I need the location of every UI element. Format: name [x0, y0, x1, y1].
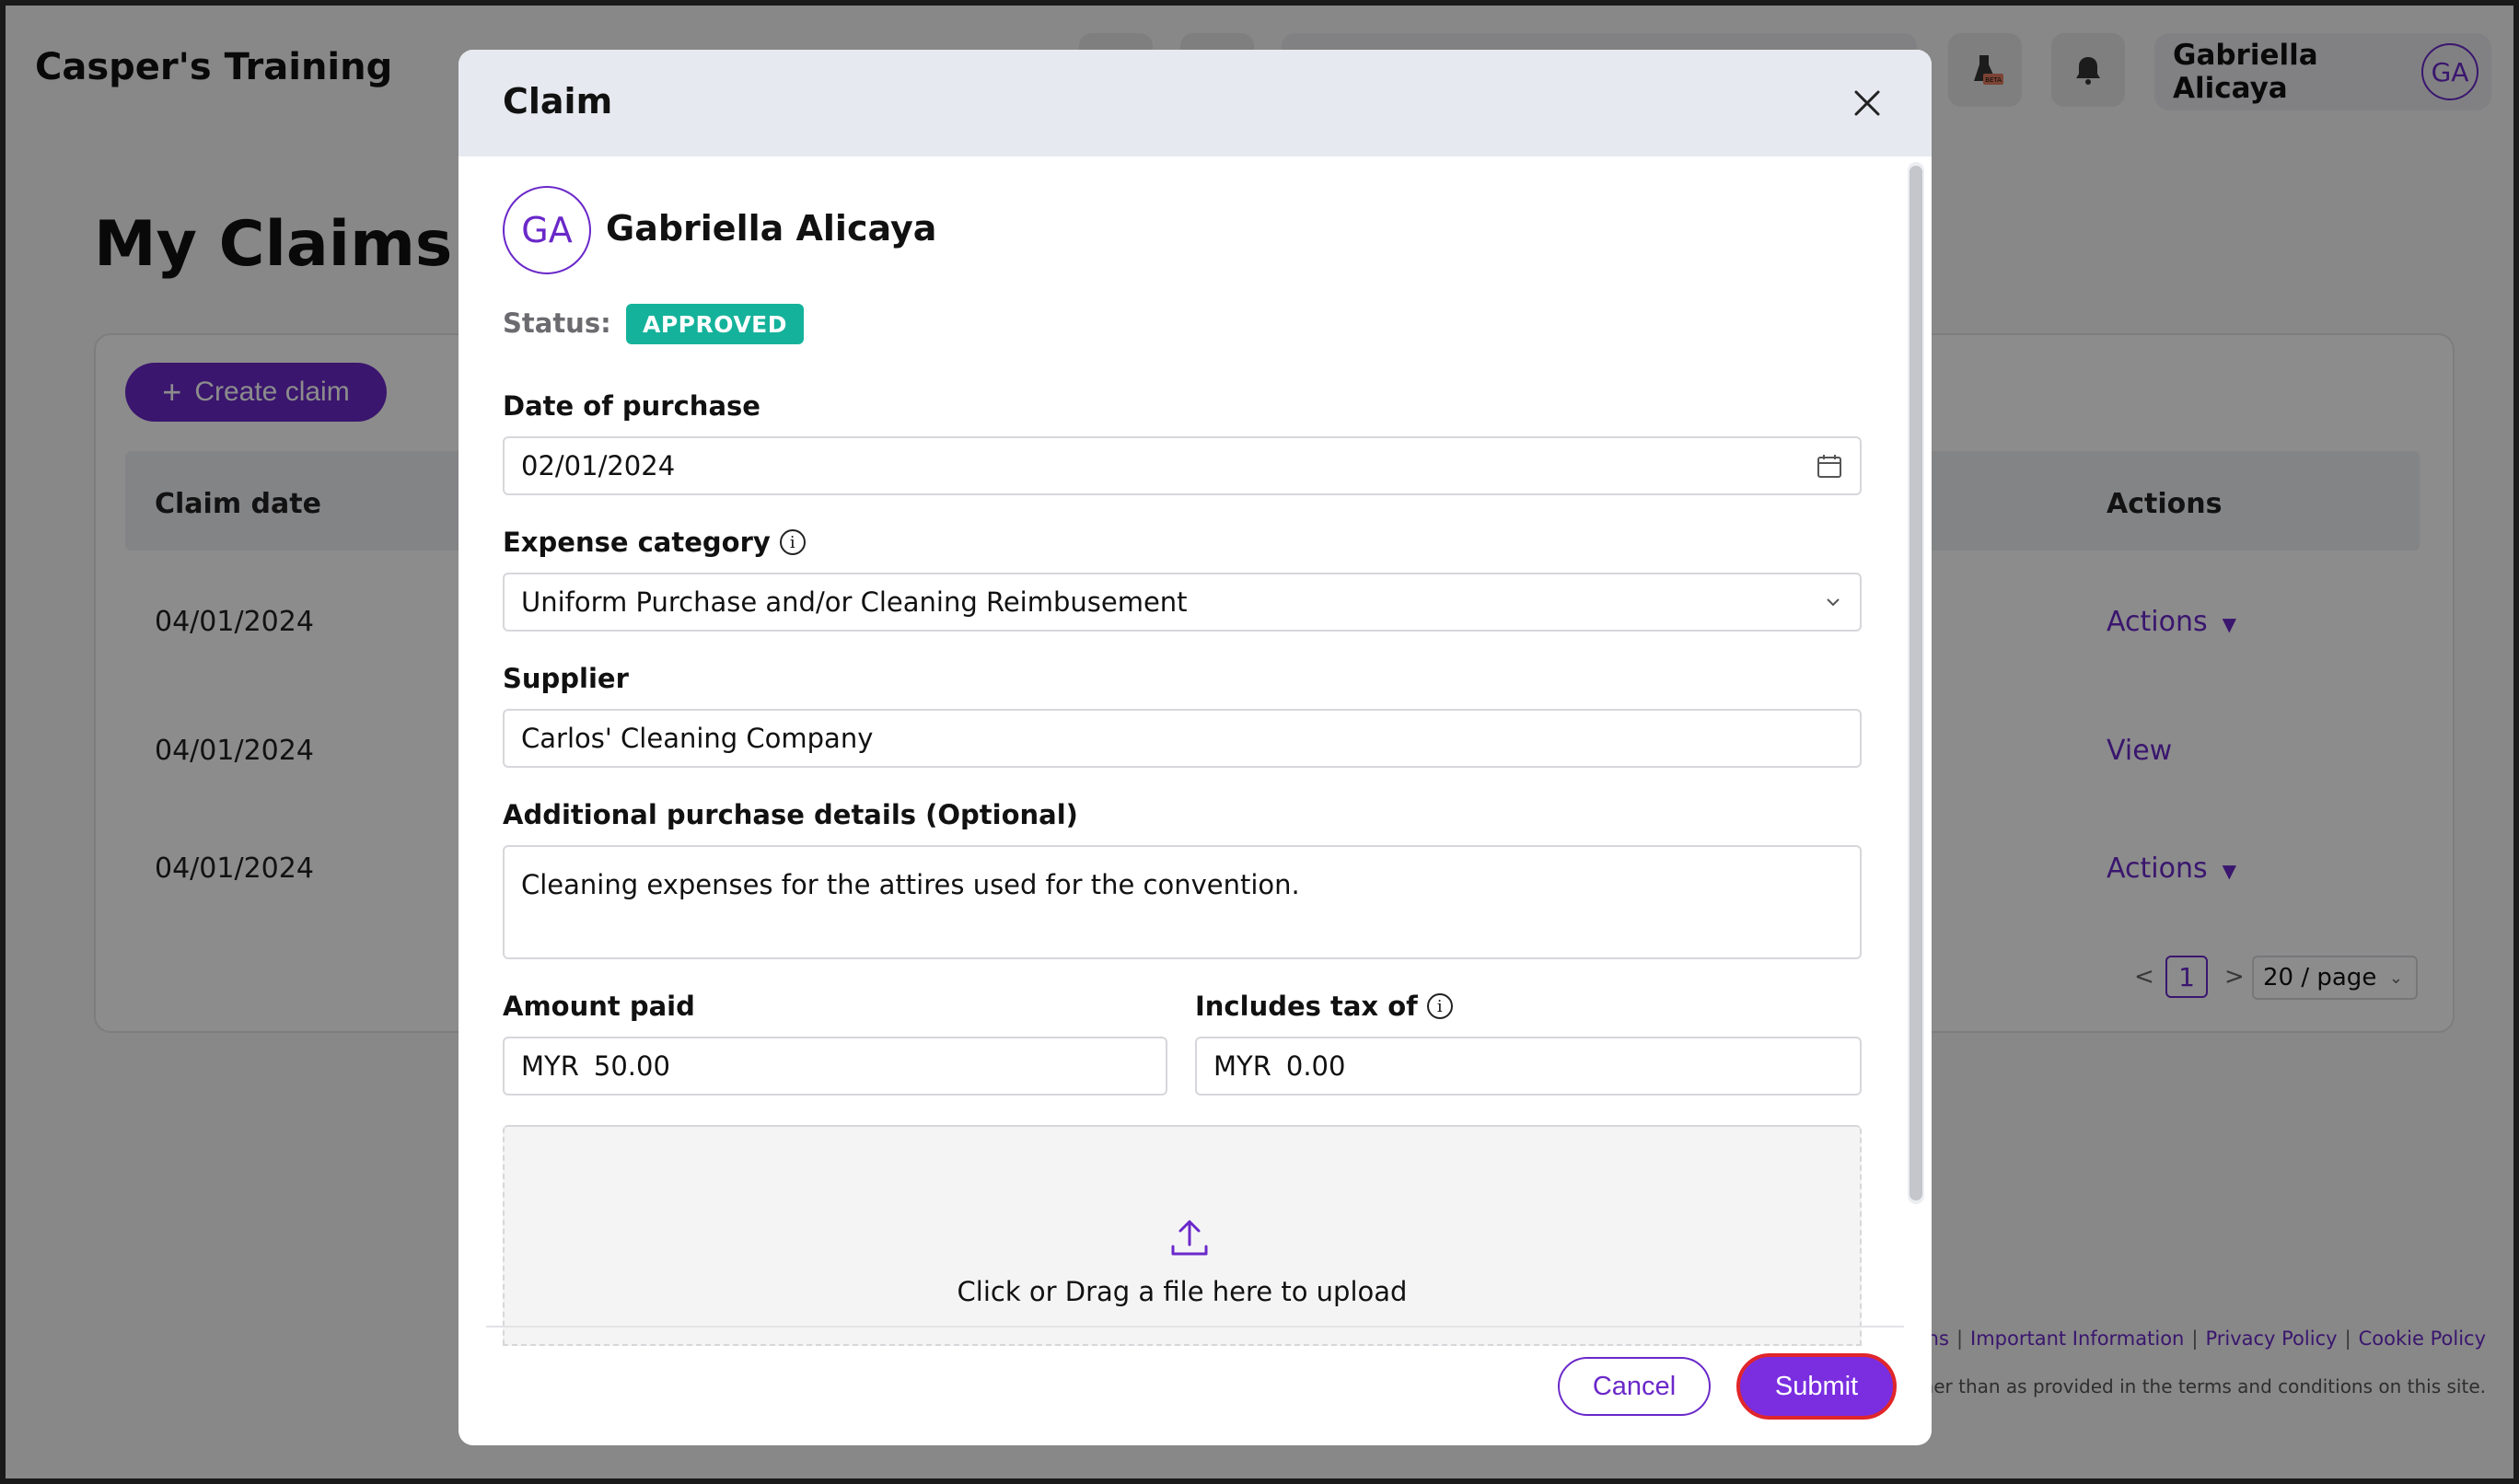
modal-footer-divider	[486, 1326, 1904, 1327]
info-icon[interactable]: i	[1426, 993, 1453, 1019]
tax-currency: MYR	[1213, 1050, 1271, 1082]
modal-header	[459, 50, 1932, 157]
claimant-name: Gabriella Alicaya	[606, 208, 937, 249]
amount-paid-value: 50.00	[593, 1050, 670, 1082]
includes-tax-value: 0.00	[1285, 1050, 1346, 1082]
close-button[interactable]	[1849, 85, 1886, 122]
status-badge: APPROVED	[626, 304, 805, 344]
additional-details-textarea[interactable]: Cleaning expenses for the attires used f…	[503, 845, 1862, 959]
claimant-avatar: GA	[503, 186, 591, 274]
includes-tax-field[interactable]: MYR 0.00	[1195, 1037, 1862, 1096]
amount-currency: MYR	[521, 1050, 579, 1082]
cancel-button[interactable]: Cancel	[1558, 1357, 1711, 1416]
submit-button[interactable]: Submit	[1736, 1353, 1897, 1420]
date-of-purchase-field[interactable]: 02/01/2024	[503, 436, 1862, 495]
expense-category-label: Expense category	[503, 527, 771, 558]
status-label: Status:	[503, 307, 611, 339]
modal-scrollbar[interactable]	[1908, 162, 1924, 1204]
supplier-field[interactable]: Carlos' Cleaning Company	[503, 709, 1862, 768]
additional-details-value: Cleaning expenses for the attires used f…	[521, 869, 1300, 900]
expense-category-value: Uniform Purchase and/or Cleaning Reimbus…	[521, 586, 1188, 618]
includes-tax-label-row: Includes tax of i	[1195, 991, 1453, 1022]
amount-paid-field[interactable]: MYR 50.00	[503, 1037, 1167, 1096]
expense-category-label-row: Expense category i	[503, 527, 806, 558]
upload-icon	[1171, 1220, 1208, 1256]
includes-tax-label: Includes tax of	[1195, 991, 1418, 1022]
amount-paid-label: Amount paid	[503, 991, 695, 1022]
chevron-down-icon	[1827, 598, 1840, 607]
expense-category-select[interactable]: Uniform Purchase and/or Cleaning Reimbus…	[503, 573, 1862, 632]
scrollbar-thumb[interactable]	[1910, 166, 1922, 1200]
file-upload-dropzone[interactable]: Click or Drag a file here to upload	[503, 1125, 1862, 1346]
claim-modal: Claim GA Gabriella Alicaya Status: APPRO…	[459, 50, 1932, 1445]
info-icon[interactable]: i	[779, 529, 806, 555]
upload-instructions: Click or Drag a file here to upload	[957, 1276, 1408, 1307]
screen-frame: Casper's Training BETA Gabriella Alicaya…	[0, 0, 2519, 1484]
additional-details-label: Additional purchase details (Optional)	[503, 799, 1078, 830]
supplier-value: Carlos' Cleaning Company	[521, 723, 874, 754]
date-of-purchase-label: Date of purchase	[503, 390, 760, 422]
calendar-icon[interactable]	[1816, 452, 1843, 480]
supplier-label: Supplier	[503, 663, 629, 694]
modal-title: Claim	[503, 81, 613, 122]
app: Casper's Training BETA Gabriella Alicaya…	[6, 6, 2513, 1478]
close-icon	[1854, 90, 1880, 116]
date-of-purchase-value: 02/01/2024	[521, 450, 676, 481]
